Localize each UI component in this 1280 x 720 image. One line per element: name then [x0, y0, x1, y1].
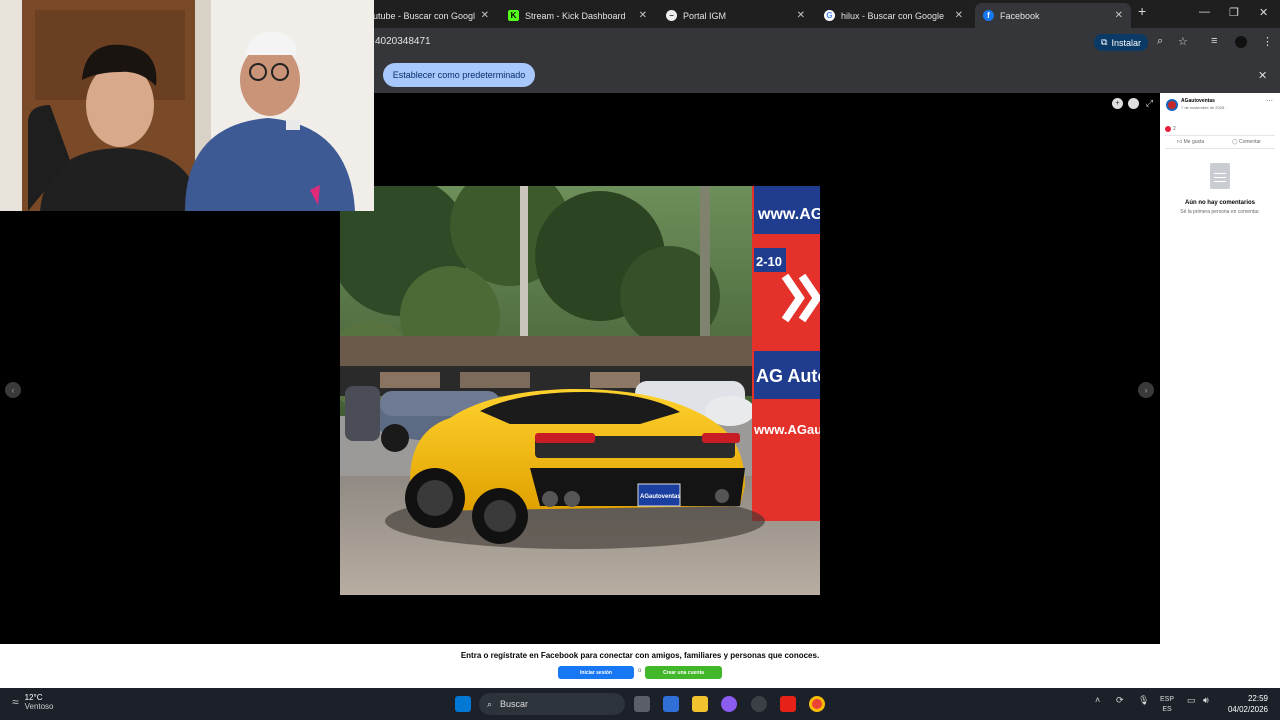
sign-arrow-text: 2-10 — [756, 254, 782, 269]
tab-label: Portal IGM — [683, 10, 727, 21]
language-bottom: ES — [1162, 706, 1172, 713]
zoom-in-icon[interactable]: + — [1112, 98, 1123, 109]
close-icon[interactable]: ✕ — [797, 10, 805, 21]
page-name[interactable]: AGautoventas — [1181, 98, 1215, 104]
post-date[interactable]: 7 de noviembre de 2025 · — [1181, 105, 1227, 110]
system-clock[interactable]: 22:59 04/02/2026 — [1222, 693, 1268, 715]
network-icon[interactable]: ▭ — [1187, 695, 1196, 706]
copilot-icon[interactable] — [721, 696, 737, 712]
tab-label: Stream - Kick Dashboard — [525, 10, 626, 21]
comment-label: Comentar — [1239, 139, 1261, 145]
weather-temperature: 12°C — [24, 693, 43, 702]
weather-widget[interactable]: ≈ 12°C Ventoso — [12, 693, 54, 711]
close-icon[interactable]: ✕ — [955, 10, 963, 21]
kick-icon: K — [508, 10, 519, 21]
create-account-button[interactable]: Crear una cuenta — [645, 666, 722, 679]
language-indicator[interactable]: ESP ES — [1160, 695, 1174, 715]
tab-label: Facebook — [1000, 10, 1040, 21]
tab-search-icon[interactable]: ≡ — [1211, 35, 1217, 47]
facebook-icon: f — [983, 10, 994, 21]
install-label: Instalar — [1111, 37, 1141, 48]
install-button[interactable]: ⧉ Instalar — [1094, 34, 1148, 51]
divider — [1165, 135, 1275, 136]
no-comments-title: Aún no hay comentarios — [1184, 200, 1255, 206]
fullscreen-icon[interactable]: ⤢ — [1144, 98, 1155, 109]
app-icon[interactable] — [751, 696, 767, 712]
wind-icon: ≈ — [12, 695, 19, 709]
google-icon: G — [824, 10, 835, 21]
minimize-icon[interactable]: — — [1199, 6, 1210, 18]
close-icon[interactable]: ✕ — [1115, 10, 1123, 21]
login-banner-message: Entra o regístrate en Facebook para cone… — [460, 651, 820, 660]
options-icon[interactable] — [1128, 98, 1139, 109]
reactions-count: 2 — [1173, 126, 1176, 132]
search-icon: ⌕ — [487, 698, 493, 709]
set-default-button[interactable]: Establecer como predeterminado — [383, 63, 535, 87]
webcam-overlay — [0, 0, 374, 211]
task-view-icon[interactable] — [634, 696, 650, 712]
microphone-icon[interactable]: 🎙︎ — [1138, 695, 1149, 706]
login-button[interactable]: Iniciar sesión — [558, 666, 634, 679]
login-banner: Entra o regístrate en Facebook para cone… — [0, 644, 1280, 688]
webcam-image — [0, 0, 374, 211]
sign-brand-text: AG Auto — [756, 366, 820, 386]
menu-icon[interactable]: ⋮ — [1262, 35, 1273, 48]
tab-youtube-search[interactable]: utube - Buscar con Google ✕ — [365, 3, 497, 28]
previous-photo-button[interactable]: ‹ — [5, 382, 21, 398]
weather-description: Ventoso — [24, 702, 54, 711]
empty-comments-icon — [1210, 163, 1230, 189]
chevron-up-icon[interactable]: ˄ — [1095, 695, 1100, 705]
page-avatar[interactable] — [1166, 99, 1178, 111]
car-photo-image: www.AG 2-10 AG Auto www.AGaut AGautovent… — [340, 186, 820, 595]
volume-icon[interactable]: 🔊︎ — [1203, 695, 1209, 706]
comment-button[interactable]: ◯ Comentar — [1232, 139, 1261, 145]
tab-portal-igm[interactable]: − Portal IGM ✕ — [658, 3, 813, 28]
star-icon[interactable]: ☆ — [1178, 35, 1188, 48]
tab-kick-dashboard[interactable]: K Stream - Kick Dashboard ✕ — [500, 3, 655, 28]
clock-date: 04/02/2026 — [1227, 705, 1268, 714]
like-button[interactable]: 👍︎ Me gusta — [1177, 139, 1204, 145]
store-icon[interactable] — [663, 696, 679, 712]
next-photo-button[interactable]: › — [1138, 382, 1154, 398]
sync-icon[interactable]: ⟳ — [1116, 695, 1124, 706]
restore-icon[interactable]: ❐ — [1229, 6, 1239, 19]
sign-www-text: www.AG — [757, 206, 820, 223]
screen: utube - Buscar con Google ✕ K Stream - K… — [0, 0, 1280, 720]
taskbar-search[interactable]: ⌕ Buscar — [479, 693, 625, 715]
install-icon: ⧉ — [1101, 37, 1108, 47]
tab-label: hilux - Buscar con Google — [841, 10, 945, 21]
comment-icon: ◯ — [1232, 139, 1238, 145]
zoom-icon[interactable]: ⌕ — [1157, 35, 1163, 48]
clock-time: 22:59 — [1247, 694, 1268, 703]
url-text[interactable]: 4020348471 — [375, 36, 431, 47]
heart-reaction-icon — [1165, 126, 1171, 132]
infobar-close-icon[interactable]: ✕ — [1258, 69, 1267, 82]
login-separator: o — [638, 668, 642, 674]
window-close-icon[interactable]: ✕ — [1259, 6, 1268, 19]
youtube-icon[interactable] — [780, 696, 796, 712]
close-icon[interactable]: ✕ — [481, 10, 489, 21]
license-plate-text: AGautoventas — [640, 494, 681, 500]
search-placeholder: Buscar — [500, 699, 529, 709]
tab-label: utube - Buscar con Google — [373, 10, 475, 21]
new-tab-button[interactable]: + — [1138, 3, 1146, 19]
sign-url-text: www.AGaut — [753, 422, 820, 437]
file-explorer-icon[interactable] — [692, 696, 708, 712]
globe-icon: − — [666, 10, 677, 21]
windows-start-icon[interactable] — [455, 696, 471, 712]
post-photo: www.AG 2-10 AG Auto www.AGaut AGautovent… — [340, 186, 820, 595]
divider — [1165, 148, 1275, 149]
close-icon[interactable]: ✕ — [639, 10, 647, 21]
more-options-icon[interactable]: ⋯ — [1266, 97, 1273, 105]
tab-facebook[interactable]: f Facebook ✕ — [975, 3, 1131, 28]
post-details-panel: AGautoventas 7 de noviembre de 2025 · ⋯ … — [1160, 93, 1280, 644]
like-label: Me gusta — [1183, 139, 1205, 145]
language-top: ESP — [1160, 696, 1175, 703]
chrome-icon[interactable] — [809, 696, 825, 712]
reactions-summary[interactable]: 2 — [1165, 126, 1176, 132]
thumbs-up-icon: 👍︎ — [1177, 139, 1183, 145]
tab-hilux-search[interactable]: G hilux - Buscar con Google ✕ — [816, 3, 971, 28]
no-comments-subtitle: Sé la primera persona en comentar. — [1180, 209, 1260, 215]
profile-avatar[interactable] — [1235, 36, 1247, 48]
